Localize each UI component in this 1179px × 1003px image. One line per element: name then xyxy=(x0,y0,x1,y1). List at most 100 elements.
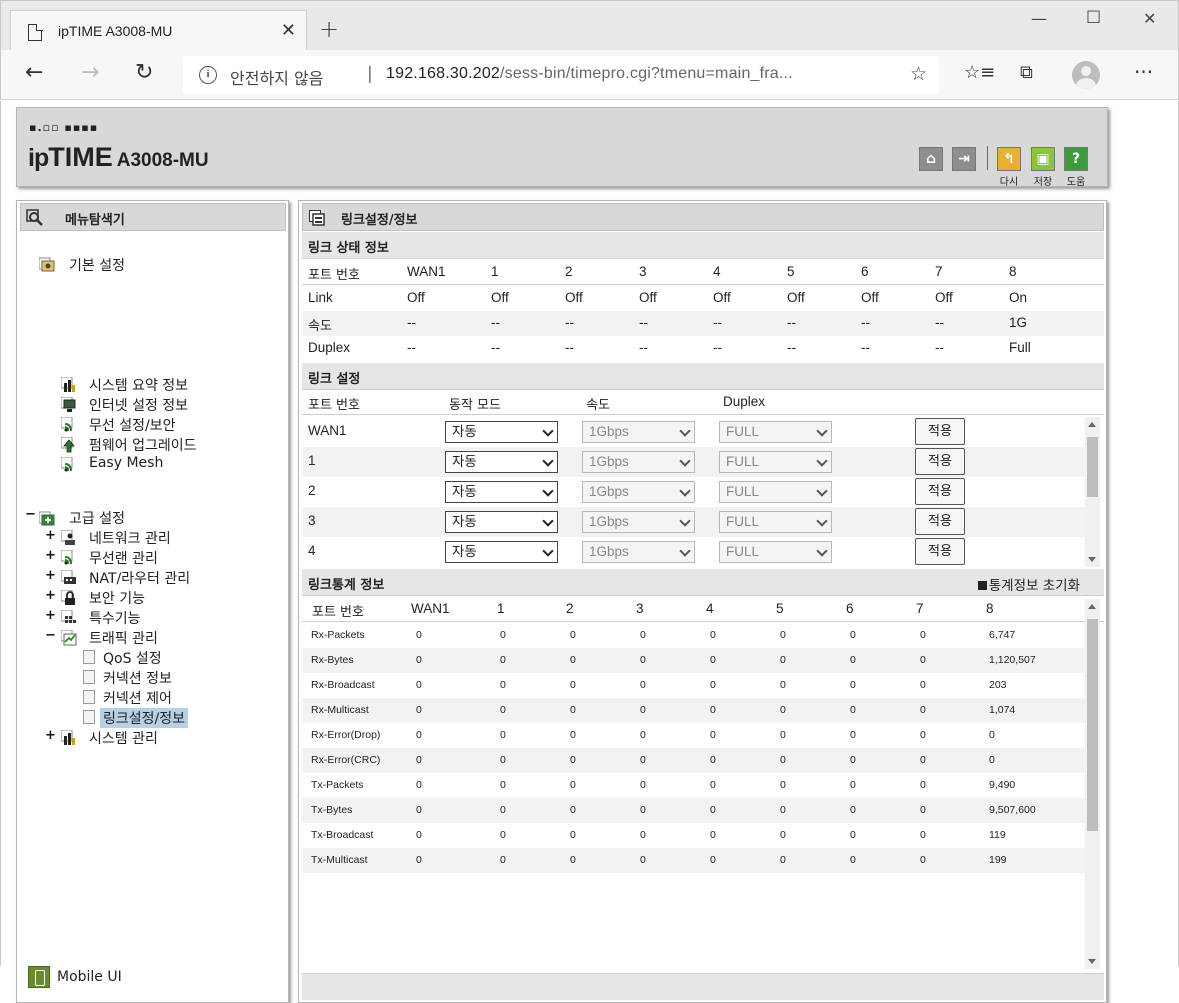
stats-row-label: Tx-Bytes xyxy=(311,804,353,816)
expand-nat-icon[interactable]: + xyxy=(45,568,56,583)
info-icon[interactable]: i xyxy=(199,66,217,84)
iptime-logo: ipTIME A3008-MU xyxy=(28,142,209,172)
favorites-icon[interactable]: ☆≡ xyxy=(964,62,995,83)
stats-cell: 0 xyxy=(640,779,646,791)
page-icon xyxy=(83,650,95,664)
menu-basic-settings[interactable]: 기본 설정 xyxy=(69,255,125,275)
stats-row: Rx-Bytes 0 0 0 0 0 0 0 0 1,120,507 xyxy=(302,648,1085,673)
stats-cell: 0 xyxy=(920,679,926,691)
speed-select[interactable]: 1Gbps xyxy=(582,421,695,443)
stats-cell: 0 xyxy=(710,654,716,666)
router-page: ▪.▫▫ ▪▪▪▪ ipTIME A3008-MU ⌂ ⇥ ↰ ▣ ? 다시 저장… xyxy=(0,101,1179,1003)
close-tab-icon[interactable]: ✕ xyxy=(281,20,296,41)
expand-system-icon[interactable]: + xyxy=(45,728,56,743)
collections-icon[interactable]: ⧉ xyxy=(1020,62,1033,83)
menu-link-settings[interactable]: 링크설정/정보 xyxy=(100,708,188,728)
apply-button[interactable]: 적용 xyxy=(915,448,965,475)
menu-connection-info[interactable]: 커넥션 정보 xyxy=(103,668,172,688)
menu-internet-info[interactable]: 인터넷 설정 정보 xyxy=(89,395,188,415)
undo-icon[interactable]: ↰ xyxy=(997,147,1021,171)
speed-select[interactable]: 1Gbps xyxy=(582,541,695,563)
minimize-icon[interactable]: — xyxy=(1031,9,1047,28)
menu-traffic-management[interactable]: 트래픽 관리 xyxy=(89,628,158,648)
logout-icon[interactable]: ⇥ xyxy=(952,147,976,171)
expand-network-icon[interactable]: + xyxy=(45,528,56,543)
save-label[interactable]: 저장 xyxy=(1028,173,1058,188)
collapse-traffic-icon[interactable]: − xyxy=(45,628,56,643)
duplex-select[interactable]: FULL xyxy=(719,541,832,563)
expand-special-icon[interactable]: + xyxy=(45,608,56,623)
favorite-star-icon[interactable]: ☆ xyxy=(910,63,927,85)
status-row: 속도 -- -- -- -- -- -- -- -- 1G xyxy=(302,311,1104,336)
menu-nat-router[interactable]: NAT/라우터 관리 xyxy=(89,568,190,588)
mode-select[interactable]: 자동 xyxy=(445,451,558,473)
save-icon[interactable]: ▣ xyxy=(1031,147,1055,171)
refresh-icon[interactable]: ↻ xyxy=(135,60,153,85)
settings-scrollbar[interactable] xyxy=(1085,417,1100,567)
url-box[interactable]: i 안전하지 않음 | 192.168.30.202/sess-bin/time… xyxy=(183,56,939,94)
menu-qos-settings[interactable]: QoS 설정 xyxy=(103,648,162,668)
menu-firmware-upgrade[interactable]: 펌웨어 업그레이드 xyxy=(89,435,197,455)
reset-stats-button[interactable]: 통계정보 초기화 xyxy=(977,574,1080,594)
speed-select[interactable]: 1Gbps xyxy=(582,511,695,533)
stats-row-label: Rx-Error(Drop) xyxy=(311,729,381,741)
menu-special-functions[interactable]: 특수기능 xyxy=(89,608,141,628)
status-cell: -- xyxy=(491,315,500,330)
mode-select[interactable]: 자동 xyxy=(445,541,558,563)
stats-cell: 0 xyxy=(710,629,716,641)
stats-scrollbar[interactable] xyxy=(1085,599,1100,969)
address-bar: ← → ↻ i 안전하지 않음 | 192.168.30.202/sess-bi… xyxy=(0,50,1179,100)
stats-cell: 6,747 xyxy=(989,629,1016,641)
speed-select[interactable]: 1Gbps xyxy=(582,481,695,503)
url-text[interactable]: 192.168.30.202/sess-bin/timepro.cgi?tmen… xyxy=(386,65,793,83)
help-icon[interactable]: ? xyxy=(1064,147,1088,171)
duplex-select[interactable]: FULL xyxy=(719,511,832,533)
expand-wlan-icon[interactable]: + xyxy=(45,548,56,563)
forward-icon[interactable]: → xyxy=(81,60,99,85)
chevron-down-icon xyxy=(679,515,691,527)
apply-button[interactable]: 적용 xyxy=(915,538,965,565)
chevron-down-icon xyxy=(542,545,554,557)
status-cell: -- xyxy=(713,315,722,330)
undo-label[interactable]: 다시 xyxy=(994,173,1024,188)
back-icon[interactable]: ← xyxy=(25,60,43,85)
menu-system-management[interactable]: 시스템 관리 xyxy=(89,728,158,748)
new-tab-icon[interactable]: + xyxy=(319,15,339,43)
help-label[interactable]: 도움 xyxy=(1061,173,1091,188)
home-icon[interactable]: ⌂ xyxy=(919,147,943,171)
lock-icon xyxy=(61,590,75,605)
menu-easy-mesh[interactable]: Easy Mesh xyxy=(89,455,163,471)
menu-security[interactable]: 보안 기능 xyxy=(89,588,145,608)
stats-cell: 0 xyxy=(780,779,786,791)
mode-select[interactable]: 자동 xyxy=(445,421,558,443)
apply-button[interactable]: 적용 xyxy=(915,418,965,445)
maximize-icon[interactable]: ☐ xyxy=(1086,8,1101,28)
menu-wireless-security[interactable]: 무선 설정/보안 xyxy=(89,415,175,435)
apply-button[interactable]: 적용 xyxy=(915,478,965,505)
duplex-select[interactable]: FULL xyxy=(719,481,832,503)
mobile-ui-label[interactable]: Mobile UI xyxy=(57,969,122,985)
mode-select[interactable]: 자동 xyxy=(445,511,558,533)
apply-button[interactable]: 적용 xyxy=(915,508,965,535)
expand-security-icon[interactable]: + xyxy=(45,588,56,603)
menu-wlan-management[interactable]: 무선랜 관리 xyxy=(89,548,158,568)
mode-select[interactable]: 자동 xyxy=(445,481,558,503)
menu-system-summary[interactable]: 시스템 요약 정보 xyxy=(89,375,188,395)
stats-cell: 0 xyxy=(570,779,576,791)
duplex-select[interactable]: FULL xyxy=(719,451,832,473)
menu-network-management[interactable]: 네트워크 관리 xyxy=(89,528,171,548)
menu-advanced-settings[interactable]: 고급 설정 xyxy=(69,508,125,528)
more-menu-icon[interactable]: ··· xyxy=(1134,60,1153,84)
window-close-icon[interactable]: ✕ xyxy=(1143,9,1156,28)
speed-select[interactable]: 1Gbps xyxy=(582,451,695,473)
collapse-advanced-icon[interactable]: − xyxy=(25,507,36,522)
header-port6: 6 xyxy=(861,264,869,279)
profile-avatar[interactable] xyxy=(1072,61,1100,89)
stats-row-label: Tx-Broadcast xyxy=(311,829,374,841)
duplex-select[interactable]: FULL xyxy=(719,421,832,443)
browser-tab[interactable]: ipTIME A3008-MU ✕ xyxy=(10,10,307,51)
stats-cell: 0 xyxy=(989,754,995,766)
chevron-down-icon xyxy=(542,485,554,497)
stats-cell: 0 xyxy=(570,804,576,816)
menu-connection-control[interactable]: 커넥션 제어 xyxy=(103,688,172,708)
